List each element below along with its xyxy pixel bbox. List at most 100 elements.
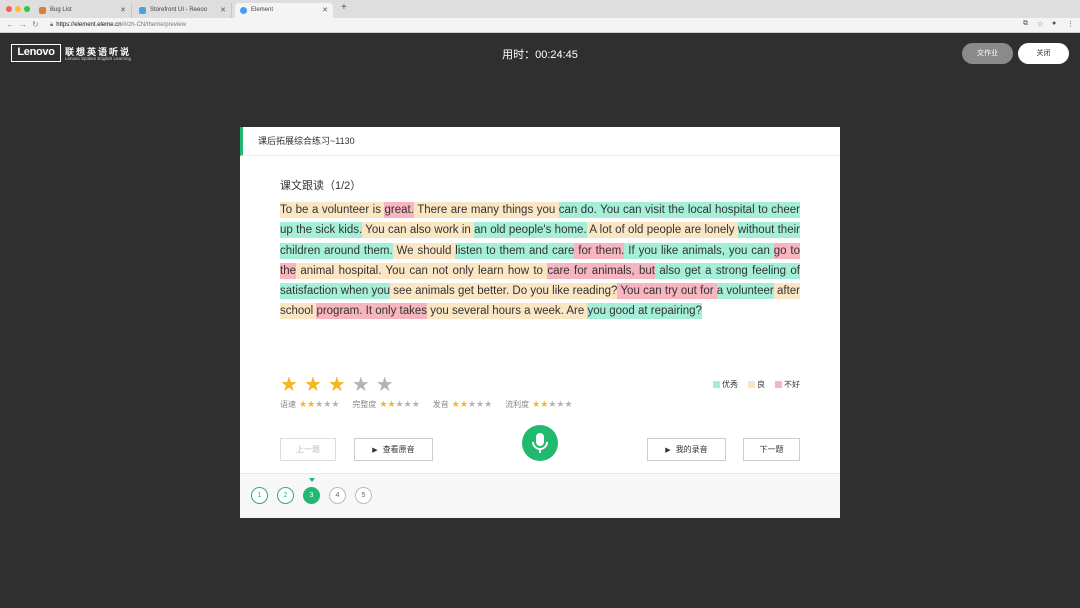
exercise-card: 课后拓展综合练习~1130 课文跟读（1/2） To be a voluntee… xyxy=(240,127,840,518)
star-empty-icon: ★ xyxy=(484,399,493,409)
tab-close-icon[interactable]: ✕ xyxy=(322,3,328,18)
submit-homework-button[interactable]: 交作业 xyxy=(962,43,1013,64)
url-path: /#/zh-CN/theme/preview xyxy=(121,22,186,28)
passage-segment-good: We should xyxy=(392,242,456,259)
passage-segment-good: To be a volunteer is xyxy=(280,202,385,218)
browser-tab[interactable]: Bug List ✕ xyxy=(34,3,132,18)
metric-rating: 语速 ★ ★ ★ ★ ★ xyxy=(280,399,339,410)
play-my-recording-button[interactable]: ▶ 我的录音 xyxy=(647,438,726,461)
reload-icon[interactable]: ↻ xyxy=(32,20,39,29)
tab-favicon-icon xyxy=(139,7,146,14)
page-number-4[interactable]: 4 xyxy=(329,487,346,504)
star-empty-icon: ★ xyxy=(315,399,324,409)
legend-item-bad: 不好 xyxy=(775,379,800,390)
star-empty-icon: ★ xyxy=(351,374,370,396)
star-empty-icon: ★ xyxy=(323,399,332,409)
passage-segment-good: You can also work in xyxy=(362,222,475,239)
reading-passage: To be a volunteer is great. There are ma… xyxy=(280,200,801,322)
bookmark-star-icon[interactable]: ☆ xyxy=(1037,20,1043,28)
browser-tab-active[interactable]: Element ✕ xyxy=(235,3,333,18)
play-original-label: 查看原音 xyxy=(382,445,415,454)
metric-label: 发音 xyxy=(432,400,449,409)
app-header: Lenovo 联想英语听说 Lenovo Spoken English Lear… xyxy=(0,34,1080,72)
profile-avatar-icon[interactable]: ● xyxy=(1052,20,1056,27)
browser-tab-bar: Bug List ✕ Storefront UI - Reeoo ✕ Eleme… xyxy=(0,0,1080,18)
legend-swatch xyxy=(775,381,782,388)
brand-subtitle: Lenovo Spoken English Learning xyxy=(65,56,132,61)
tab-favicon-icon xyxy=(39,7,46,14)
browser-tab[interactable]: Storefront UI - Reeoo ✕ xyxy=(134,3,232,18)
section-title: 课文跟读（1/2） xyxy=(280,180,362,192)
star-empty-icon: ★ xyxy=(476,399,485,409)
metric-label: 语速 xyxy=(280,400,296,409)
question-pager-footer: 12345 xyxy=(240,473,840,518)
metric-ratings: 语速 ★ ★ ★ ★ ★ 完整度 ★ ★ ★ ★ ★ 发音 ★ ★ ★ ★ ★ 流利度 ★ ★ ★ ★ ★ xyxy=(280,399,586,410)
star-empty-icon: ★ xyxy=(403,399,412,409)
star-filled-icon: ★ xyxy=(379,399,388,409)
url-host: https://element.eleme.cn xyxy=(56,22,122,28)
window-zoom-dot[interactable] xyxy=(24,6,30,12)
browser-address-bar: ← → ↻ 🔒︎ https://element.eleme.cn/#/zh-CN… xyxy=(0,18,1080,33)
legend-label: 良 xyxy=(757,380,765,389)
page-number-5[interactable]: 5 xyxy=(355,487,372,504)
star-filled-icon: ★ xyxy=(303,374,322,396)
overall-rating: ★ ★ ★ ★ ★ xyxy=(280,375,394,395)
passage-segment-excellent: a volunteer xyxy=(716,283,774,300)
page-number-3[interactable]: 3 xyxy=(303,487,320,504)
star-filled-icon: ★ xyxy=(459,399,468,409)
tab-close-icon[interactable]: ✕ xyxy=(220,3,226,18)
elapsed-timer: 用时：00:24:45 xyxy=(502,49,578,61)
browser-menu-icon[interactable]: ⋮ xyxy=(1067,20,1074,28)
star-empty-icon: ★ xyxy=(467,399,477,409)
star-filled-icon: ★ xyxy=(299,399,308,409)
page-number-2[interactable]: 2 xyxy=(277,487,294,504)
back-icon[interactable]: ← xyxy=(6,20,14,29)
microphone-icon xyxy=(532,433,548,453)
record-microphone-button[interactable] xyxy=(522,425,558,461)
star-filled-icon: ★ xyxy=(540,399,549,409)
play-icon: ▶ xyxy=(665,447,671,454)
passage-segment-good: animal hospital. You can not only learn … xyxy=(296,262,548,279)
lenovo-logo: Lenovo xyxy=(11,44,61,62)
star-filled-icon: ★ xyxy=(280,374,298,396)
passage-segment-good: see animals get better. Do you like read… xyxy=(390,283,618,300)
window-close-dot[interactable] xyxy=(6,6,12,12)
legend-label: 优秀 xyxy=(722,380,738,389)
star-empty-icon: ★ xyxy=(375,374,394,396)
passage-segment-good: A lot of old people are lonely xyxy=(586,222,738,239)
metric-rating: 流利度 ★ ★ ★ ★ ★ xyxy=(505,399,572,410)
star-filled-icon: ★ xyxy=(327,374,346,396)
legend-item-excellent: 优秀 xyxy=(713,379,738,390)
next-question-label: 下一题 xyxy=(759,445,784,454)
passage-segment-bad: program. It only takes xyxy=(316,303,428,320)
page-number-1[interactable]: 1 xyxy=(251,487,268,504)
previous-question-button[interactable]: 上一题 xyxy=(280,438,336,461)
translate-icon[interactable]: ⧉ xyxy=(1023,20,1028,28)
passage-segment-bad: care for animals, but xyxy=(547,262,655,279)
score-legend: 优秀 良 不好 xyxy=(713,379,800,390)
star-empty-icon: ★ xyxy=(411,399,420,409)
tab-label: Storefront UI - Reeoo xyxy=(150,7,208,13)
star-filled-icon: ★ xyxy=(532,399,541,409)
play-original-button[interactable]: ▶ 查看原音 xyxy=(354,438,433,461)
next-question-button[interactable]: 下一题 xyxy=(743,438,800,461)
metric-rating: 发音 ★ ★ ★ ★ ★ xyxy=(433,399,492,410)
current-page-marker-icon xyxy=(309,478,315,482)
passage-segment-good: There are many things you xyxy=(413,202,559,218)
star-filled-icon: ★ xyxy=(451,399,460,409)
metric-rating: 完整度 ★ ★ ★ ★ ★ xyxy=(352,399,419,410)
new-tab-icon[interactable]: + xyxy=(341,2,347,13)
passage-segment-excellent: an old people's home. xyxy=(474,222,587,239)
forward-icon[interactable]: → xyxy=(19,20,27,29)
passage-segment-good: you several hours a week. Are xyxy=(427,303,588,320)
passage-segment-bad: for them. xyxy=(574,242,625,259)
url-field[interactable]: 🔒︎ https://element.eleme.cn/#/zh-CN/theme… xyxy=(50,20,1020,31)
legend-item-good: 良 xyxy=(748,379,765,390)
play-my-recording-label: 我的录音 xyxy=(675,445,708,454)
legend-swatch xyxy=(748,381,755,388)
window-minimize-dot[interactable] xyxy=(15,6,21,12)
close-button[interactable]: 关闭 xyxy=(1018,43,1069,64)
tab-close-icon[interactable]: ✕ xyxy=(120,3,126,18)
question-pager: 12345 xyxy=(251,487,372,504)
lock-icon: 🔒︎ xyxy=(50,22,54,28)
